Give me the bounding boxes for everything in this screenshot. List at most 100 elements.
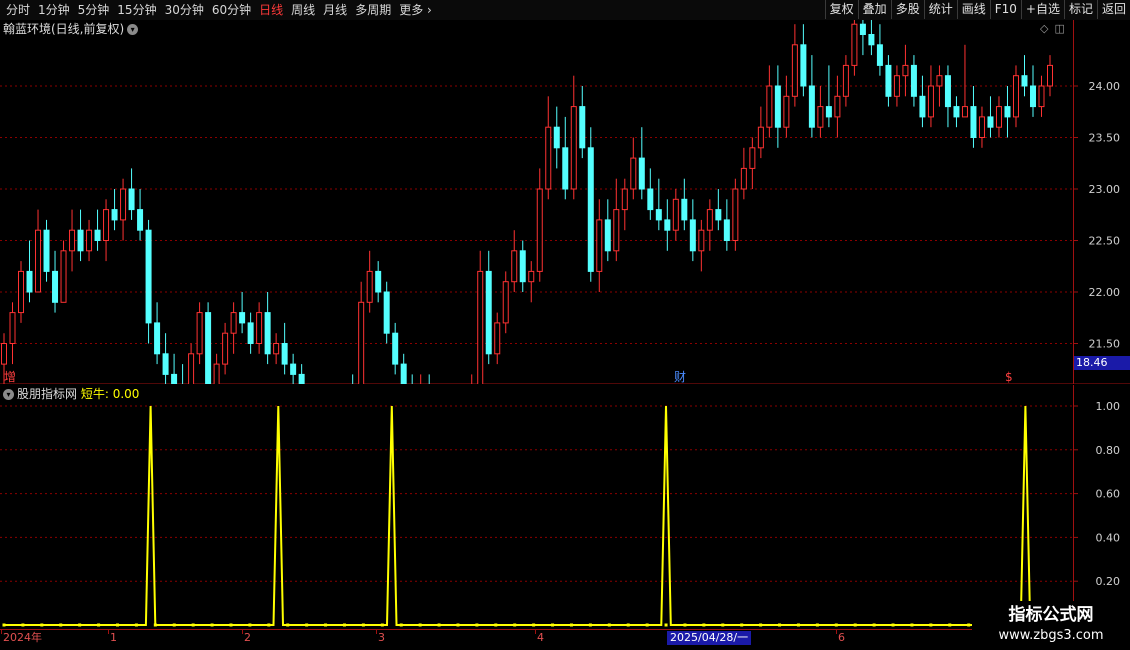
diamond-icon[interactable]: ◇ bbox=[1040, 22, 1048, 35]
indicator-chart[interactable]: 1.00 0.80 0.60 0.40 0.20 bbox=[0, 385, 1130, 629]
toolbar-action-5[interactable]: F10 bbox=[989, 0, 1021, 19]
date-label: 1 bbox=[110, 631, 117, 644]
toolbar-actions: 复权 叠加 多股 统计 画线 F10 +自选 标记 返回 bbox=[824, 0, 1130, 20]
indicator-point bbox=[721, 623, 725, 627]
period-tab-1[interactable]: 1分钟 bbox=[34, 0, 74, 20]
toolbar-action-6[interactable]: +自选 bbox=[1020, 0, 1064, 19]
toolbar-action-8[interactable]: 返回 bbox=[1096, 0, 1130, 19]
candle-body bbox=[706, 209, 713, 231]
candle-body bbox=[511, 250, 518, 283]
candle-body bbox=[647, 188, 654, 211]
chevron-right-icon: › bbox=[423, 3, 432, 17]
toolbar-action-3[interactable]: 统计 bbox=[923, 0, 957, 19]
event-marker-dollar[interactable]: $ bbox=[1005, 370, 1013, 384]
candle-body bbox=[681, 198, 688, 221]
indicator-point bbox=[2, 623, 6, 627]
candle-body bbox=[171, 373, 178, 384]
period-tab-6[interactable]: 日线 bbox=[255, 0, 287, 20]
indicator-point bbox=[97, 623, 101, 627]
period-tab-3[interactable]: 15分钟 bbox=[113, 0, 160, 20]
candle-body bbox=[103, 209, 110, 242]
candle-body bbox=[995, 106, 1002, 128]
panel-toggle-icon[interactable]: ◫ bbox=[1054, 22, 1064, 35]
period-tab-8[interactable]: 月线 bbox=[319, 0, 351, 20]
candle-body bbox=[698, 229, 705, 252]
chevron-down-icon[interactable]: ▾ bbox=[127, 24, 139, 35]
indicator-point bbox=[229, 623, 233, 627]
watermark-title: 指标公式网 bbox=[1008, 605, 1094, 625]
period-tab-2[interactable]: 5分钟 bbox=[74, 0, 114, 20]
candle-body bbox=[137, 209, 144, 231]
candle-body bbox=[154, 322, 161, 355]
candle-body bbox=[205, 312, 212, 384]
indicator-point bbox=[607, 623, 611, 627]
y-tick-label: 23.00 bbox=[1089, 183, 1121, 196]
candle-body bbox=[723, 219, 730, 241]
y-tick-label: 21.50 bbox=[1089, 338, 1121, 351]
candle-body bbox=[188, 353, 195, 384]
candle-body bbox=[825, 106, 832, 118]
indicator-point bbox=[59, 623, 63, 627]
event-marker-zeng[interactable]: 增 bbox=[4, 370, 16, 384]
panel-icons: ◇ ◫ bbox=[1040, 22, 1071, 35]
indicator-point bbox=[834, 623, 838, 627]
indicator-point bbox=[740, 623, 744, 627]
candle-body bbox=[213, 363, 220, 384]
indicator-point bbox=[153, 623, 157, 627]
candle-body bbox=[774, 85, 781, 128]
y-tick-label: 0.20 bbox=[1096, 575, 1121, 588]
candle-body bbox=[111, 209, 118, 221]
candle-body bbox=[553, 126, 560, 149]
indicator-point bbox=[551, 623, 555, 627]
candle-body bbox=[1047, 64, 1053, 87]
indicator-point bbox=[494, 623, 498, 627]
date-axis: 2024年 1 2 3 4 6 2025/04/28/一 bbox=[0, 629, 1075, 646]
candle-body bbox=[94, 229, 101, 241]
indicator-point bbox=[513, 623, 517, 627]
candle-body bbox=[477, 270, 484, 384]
period-tab-10[interactable]: 更多 › bbox=[395, 0, 436, 20]
candlestick-chart[interactable]: 24.0023.5023.0022.5022.0021.5021.0020.50… bbox=[0, 20, 1130, 384]
candle-body bbox=[18, 270, 25, 314]
candle-body bbox=[868, 34, 875, 46]
indicator-point bbox=[532, 623, 536, 627]
event-marker-cai[interactable]: 财 bbox=[674, 370, 686, 384]
date-tick bbox=[836, 630, 837, 634]
candle-body bbox=[579, 106, 586, 149]
indicator-point bbox=[267, 623, 271, 627]
period-tab-9[interactable]: 多周期 bbox=[351, 0, 395, 20]
period-tab-0[interactable]: 分时 bbox=[2, 0, 34, 20]
period-tab-5[interactable]: 60分钟 bbox=[208, 0, 255, 20]
toolbar-action-7[interactable]: 标记 bbox=[1063, 0, 1097, 19]
candle-body bbox=[247, 322, 254, 344]
candle-body bbox=[604, 219, 611, 252]
stock-title-text: 翰蓝环境(日线,前复权) bbox=[3, 22, 125, 36]
toolbar-action-0[interactable]: 复权 bbox=[824, 0, 858, 19]
candle-body bbox=[1021, 75, 1028, 87]
y-tick-label: 22.00 bbox=[1089, 286, 1121, 299]
period-tab-4[interactable]: 30分钟 bbox=[161, 0, 208, 20]
indicator-point bbox=[948, 623, 952, 627]
indicator-point bbox=[626, 623, 630, 627]
candle-body bbox=[222, 332, 229, 365]
candle-body bbox=[876, 44, 883, 66]
period-tab-7[interactable]: 周线 bbox=[287, 0, 319, 20]
y-tick-label: 0.40 bbox=[1096, 531, 1121, 544]
candle bbox=[587, 127, 594, 282]
toolbar-action-1[interactable]: 叠加 bbox=[857, 0, 891, 19]
indicator-point bbox=[21, 623, 25, 627]
toolbar-action-2[interactable]: 多股 bbox=[890, 0, 924, 19]
chevron-down-icon[interactable]: ▾ bbox=[3, 389, 14, 400]
candle-body bbox=[375, 270, 382, 293]
date-label: 3 bbox=[378, 631, 385, 644]
toolbar-action-4[interactable]: 画线 bbox=[956, 0, 990, 19]
candle-body bbox=[519, 250, 526, 283]
candle-body bbox=[944, 75, 951, 108]
site-watermark: 指标公式网 www.zbgs3.com bbox=[972, 601, 1130, 650]
candle-body bbox=[35, 229, 42, 293]
candle-body bbox=[936, 75, 943, 87]
candle-body bbox=[749, 147, 756, 169]
candle-body bbox=[740, 167, 747, 190]
candle-body bbox=[545, 126, 552, 190]
indicator-point bbox=[967, 623, 971, 627]
